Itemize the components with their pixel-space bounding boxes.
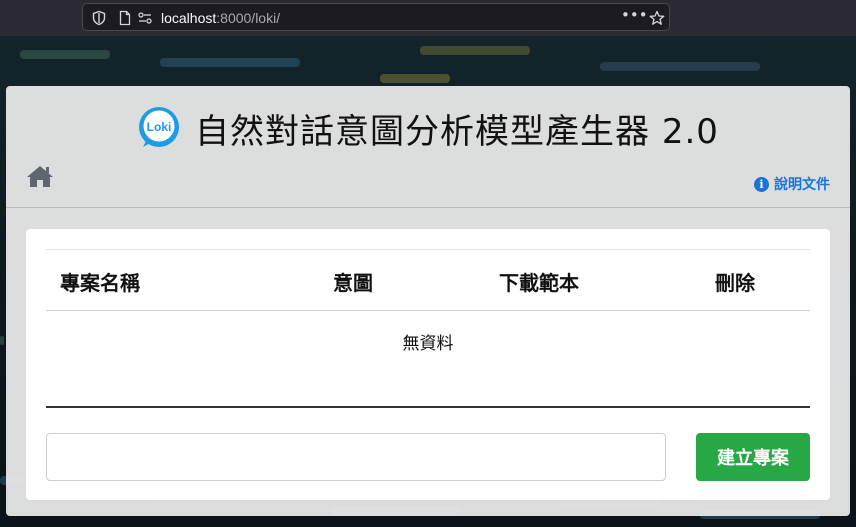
address-bar[interactable]: localhost:8000/loki/ ••• (82, 3, 670, 31)
page-icon[interactable] (117, 10, 133, 26)
table-bottom-border (46, 406, 810, 408)
shield-icon[interactable] (91, 10, 107, 26)
info-icon: i (754, 176, 769, 192)
main-panel: Loki 自然對話意圖分析模型產生器 2.0 i 說明文件 專案名稱 意圖 下載… (6, 86, 850, 516)
loki-logo-icon: Loki (139, 107, 180, 147)
bg-code-line (0, 336, 4, 345)
help-docs-link[interactable]: i 說明文件 (754, 174, 830, 194)
bg-code-line (600, 62, 760, 71)
bg-code-line (160, 58, 300, 67)
more-icon[interactable]: ••• (621, 6, 648, 24)
page-title: 自然對話意圖分析模型產生器 2.0 (195, 111, 719, 152)
bg-code-line (20, 50, 110, 59)
column-header-project-name: 專案名稱 (60, 271, 140, 295)
home-icon[interactable] (26, 164, 54, 188)
bookmark-star-icon[interactable] (649, 10, 665, 26)
url-path: :8000/loki/ (216, 10, 281, 26)
column-header-delete: 刪除 (715, 271, 755, 295)
create-project-button[interactable]: 建立專案 (696, 433, 810, 481)
loki-logo: Loki (137, 106, 181, 150)
column-header-intent: 意圖 (333, 271, 373, 295)
empty-table-message: 無資料 (402, 334, 454, 354)
logo-text: Loki (147, 120, 172, 134)
help-docs-label: 說明文件 (774, 177, 830, 193)
header: Loki 自然對話意圖分析模型產生器 2.0 (6, 98, 850, 158)
browser-toolbar: localhost:8000/loki/ ••• (0, 0, 856, 36)
bg-code-line (380, 74, 450, 83)
project-name-input[interactable] (46, 433, 666, 481)
column-header-download-template: 下載範本 (499, 271, 579, 295)
table-header-row: 專案名稱 意圖 下載範本 刪除 (46, 250, 810, 311)
header-divider (6, 207, 850, 208)
permissions-icon[interactable] (137, 10, 153, 26)
url-host: localhost (161, 10, 217, 26)
url-text[interactable]: localhost:8000/loki/ (161, 10, 280, 26)
projects-card: 專案名稱 意圖 下載範本 刪除 無資料 建立專案 (26, 229, 830, 500)
bg-code-line (420, 46, 530, 55)
